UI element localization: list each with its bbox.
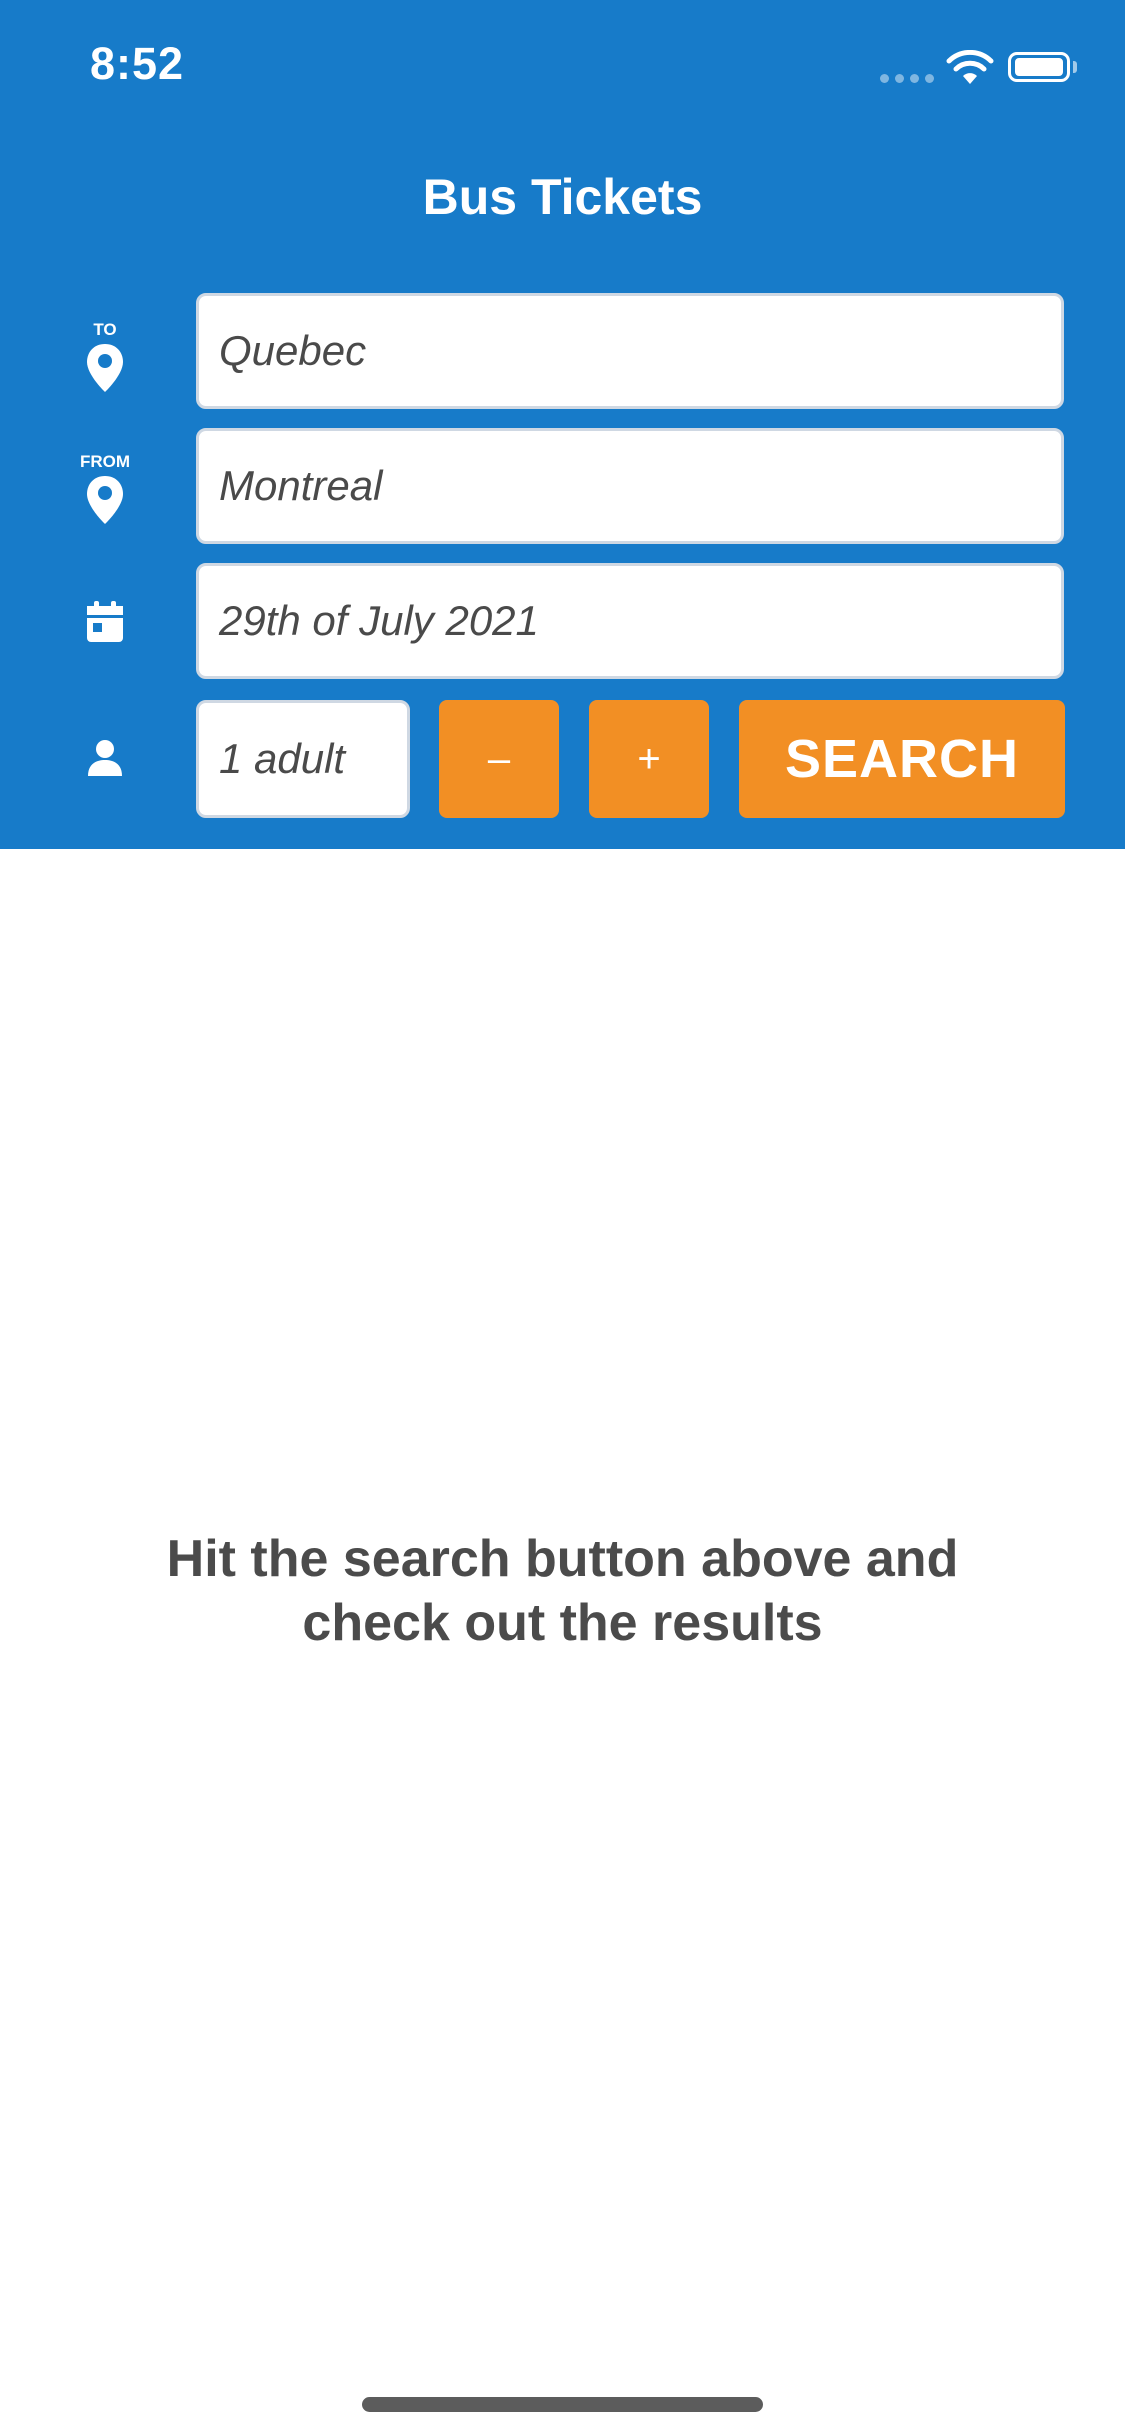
page-title: Bus Tickets bbox=[422, 169, 703, 225]
wifi-icon bbox=[946, 50, 994, 84]
location-pin-icon bbox=[87, 344, 123, 392]
destination-input[interactable]: Quebec bbox=[196, 293, 1064, 409]
search-button[interactable]: SEARCH bbox=[739, 700, 1065, 818]
location-pin-icon bbox=[87, 476, 123, 524]
cellular-signal-icon bbox=[880, 74, 934, 83]
passengers-input[interactable]: 1 adult bbox=[196, 700, 410, 818]
origin-input[interactable]: Montreal bbox=[196, 428, 1064, 544]
date-indicator bbox=[70, 600, 140, 649]
decrement-button[interactable]: – bbox=[439, 700, 559, 818]
empty-state-message: Hit the search button above and check ou… bbox=[100, 1527, 1025, 1655]
to-indicator: TO bbox=[70, 320, 140, 399]
calendar-icon bbox=[87, 601, 123, 642]
increment-button[interactable]: + bbox=[589, 700, 709, 818]
person-icon bbox=[88, 740, 122, 776]
from-indicator: FROM bbox=[70, 452, 140, 531]
home-indicator[interactable] bbox=[362, 2397, 763, 2412]
battery-icon bbox=[1008, 52, 1070, 82]
header-bar: 8:52 Bus Tickets TO Quebec FROM Montreal bbox=[0, 0, 1125, 849]
battery-tip bbox=[1073, 61, 1077, 73]
from-label: FROM bbox=[79, 452, 131, 471]
hint-line-1: Hit the search button above and bbox=[166, 1530, 959, 1588]
hint-line-2: check out the results bbox=[302, 1594, 823, 1652]
passengers-indicator bbox=[70, 738, 140, 783]
status-time: 8:52 bbox=[90, 38, 185, 89]
to-label: TO bbox=[93, 320, 117, 339]
date-input[interactable]: 29th of July 2021 bbox=[196, 563, 1064, 679]
